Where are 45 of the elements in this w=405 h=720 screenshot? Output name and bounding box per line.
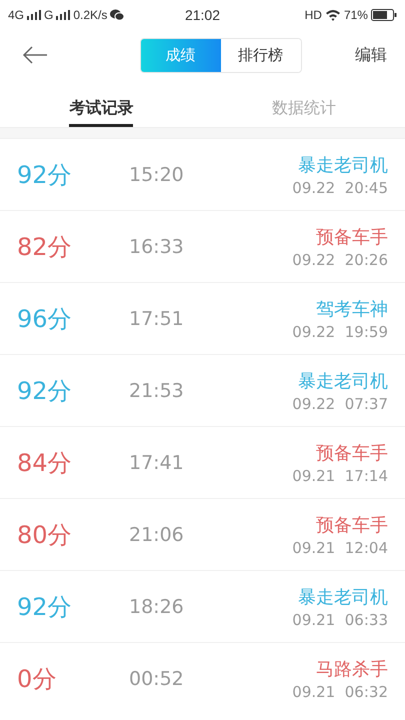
duration: 18:26 bbox=[129, 596, 185, 618]
duration: 17:41 bbox=[129, 452, 185, 474]
score: 84分 bbox=[17, 448, 73, 478]
battery-icon bbox=[370, 9, 397, 21]
duration: 17:51 bbox=[129, 308, 185, 330]
exam-date: 09.21 06:33 bbox=[292, 610, 388, 628]
duration: 15:20 bbox=[129, 164, 185, 186]
score: 0分 bbox=[17, 664, 58, 694]
exam-date: 09.21 12:04 bbox=[292, 538, 388, 556]
network-label: G bbox=[44, 8, 54, 22]
back-arrow-icon[interactable] bbox=[22, 46, 48, 64]
battery-percent: 71% bbox=[344, 8, 368, 22]
exam-date: 09.22 20:45 bbox=[292, 178, 388, 196]
clock: 21:02 bbox=[184, 7, 220, 23]
signal-icon bbox=[56, 10, 70, 20]
exam-date: 09.21 17:14 bbox=[292, 466, 388, 484]
rank-title: 预备车手 bbox=[316, 226, 388, 248]
score: 80分 bbox=[17, 520, 73, 550]
wifi-icon bbox=[324, 9, 341, 21]
duration: 16:33 bbox=[129, 236, 185, 258]
score: 82分 bbox=[17, 232, 73, 262]
edit-button[interactable]: 编辑 bbox=[355, 44, 387, 66]
signal-icon bbox=[27, 10, 42, 20]
exam-date: 09.22 20:26 bbox=[292, 250, 388, 268]
rank-title: 暴走老司机 bbox=[298, 586, 388, 608]
network-speed: 0.2K/s bbox=[73, 8, 108, 22]
exam-date: 09.22 19:59 bbox=[292, 322, 388, 340]
duration: 21:06 bbox=[129, 524, 185, 546]
rank-title: 驾考车神 bbox=[316, 298, 388, 320]
exam-date: 09.21 06:32 bbox=[292, 682, 388, 700]
score: 92分 bbox=[17, 592, 73, 622]
score: 92分 bbox=[17, 376, 73, 406]
rank-title: 暴走老司机 bbox=[298, 154, 388, 176]
rank-title: 马路杀手 bbox=[316, 658, 388, 680]
score: 92分 bbox=[17, 160, 73, 190]
exam-date: 09.22 07:37 bbox=[292, 394, 388, 412]
network-label: 4G bbox=[8, 8, 24, 22]
rank-title: 预备车手 bbox=[316, 514, 388, 536]
hd-label: HD bbox=[304, 8, 322, 22]
duration: 21:53 bbox=[129, 380, 185, 402]
score: 96分 bbox=[17, 304, 73, 334]
duration: 00:52 bbox=[129, 668, 185, 690]
chat-icon bbox=[110, 9, 124, 21]
rank-title: 预备车手 bbox=[316, 442, 388, 464]
rank-title: 暴走老司机 bbox=[298, 370, 388, 392]
